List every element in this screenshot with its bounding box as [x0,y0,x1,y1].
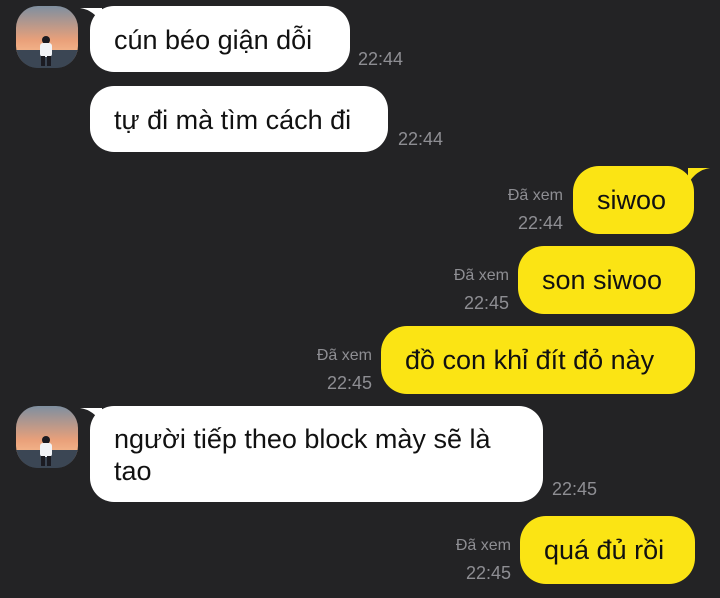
message-bubble[interactable]: đồ con khỉ đít đỏ này [381,326,695,394]
message-text: son siwoo [542,265,663,295]
message-time: 22:45 [463,293,509,313]
message-text: quá đủ rồi [544,535,665,565]
message-bubble[interactable]: quá đủ rồi [520,516,695,584]
message-time: 22:45 [326,373,372,393]
message-time: 22:44 [398,129,444,149]
message-time: 22:45 [465,563,511,583]
message-bubble[interactable]: người tiếp theo block mày sẽ là tao [90,406,543,502]
message-time: 22:44 [517,213,563,233]
seen-status: Đã xem [453,267,509,284]
seen-status: Đã xem [455,537,511,554]
message-text: tự đi mà tìm cách đi [114,105,352,135]
message-bubble[interactable]: cún béo giận dỗi [90,6,350,72]
avatar[interactable] [16,406,78,468]
avatar-photo-icon [16,406,78,468]
avatar-photo-icon [16,6,78,68]
message-bubble[interactable]: tự đi mà tìm cách đi [90,86,388,152]
message-text: đồ con khỉ đít đỏ này [405,345,655,375]
message-text: cún béo giận dỗi [114,25,313,55]
seen-status: Đã xem [316,347,372,364]
message-bubble[interactable]: siwoo [573,166,694,234]
message-bubble[interactable]: son siwoo [518,246,695,314]
message-time: 22:44 [358,49,404,69]
avatar[interactable] [16,6,78,68]
message-text: siwoo [597,185,667,215]
message-time: 22:45 [552,479,598,499]
seen-status: Đã xem [507,187,563,204]
bubble-tail [688,168,710,184]
message-text: người tiếp theo block mày sẽ là tao [114,424,491,486]
